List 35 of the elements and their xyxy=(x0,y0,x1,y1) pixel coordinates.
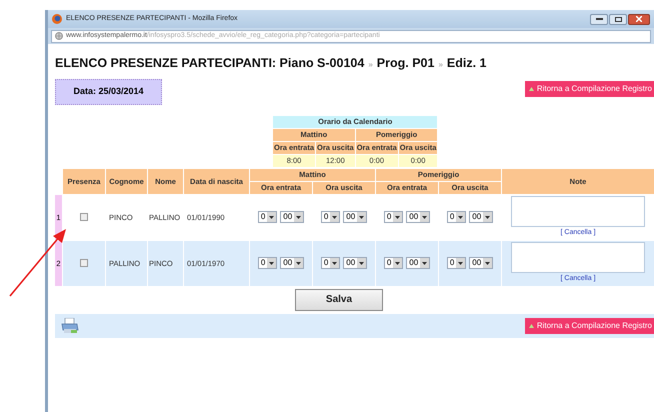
globe-icon xyxy=(55,32,63,40)
minimize-button[interactable] xyxy=(590,14,608,24)
up-arrow-icon xyxy=(528,324,534,328)
note-field[interactable] xyxy=(511,242,646,273)
up-arrow-icon xyxy=(528,86,534,91)
presence-checkbox[interactable] xyxy=(80,259,88,268)
close-icon xyxy=(636,16,642,22)
time-select[interactable]: 0 xyxy=(384,257,404,270)
time-select[interactable]: 00 xyxy=(343,211,368,224)
printer-icon[interactable] xyxy=(61,318,79,334)
time-select[interactable]: 0 xyxy=(446,257,466,270)
note-field[interactable] xyxy=(511,196,646,227)
save-button[interactable]: Salva xyxy=(295,288,383,311)
time-select[interactable]: 00 xyxy=(280,211,304,224)
date-box: Data: 25/03/2014 xyxy=(55,78,162,105)
time-select[interactable]: 00 xyxy=(343,257,368,270)
annotation-arrow xyxy=(8,226,68,298)
close-button[interactable] xyxy=(628,14,650,24)
time-select[interactable]: 0 xyxy=(384,211,404,224)
return-button[interactable]: Ritorna a Compilazione Registro xyxy=(524,318,654,334)
browser-logo-icon xyxy=(52,14,62,24)
time-select[interactable]: 0 xyxy=(446,211,466,224)
time-select[interactable]: 00 xyxy=(469,211,494,224)
time-select[interactable]: 0 xyxy=(320,257,340,270)
presence-checkbox[interactable] xyxy=(80,213,88,222)
time-select[interactable]: 00 xyxy=(406,257,430,270)
page-heading: ELENCO PRESENZE PARTECIPANTI: Piano S-00104 » Prog. P01 » Ediz. 1 xyxy=(55,55,488,72)
time-select[interactable]: 00 xyxy=(469,257,494,270)
time-select[interactable]: 00 xyxy=(280,257,304,270)
time-select[interactable]: 0 xyxy=(258,257,278,270)
time-select[interactable]: 0 xyxy=(258,211,278,224)
maximize-button[interactable] xyxy=(609,14,627,24)
time-select[interactable]: 00 xyxy=(406,211,430,224)
time-select[interactable]: 0 xyxy=(320,211,340,224)
return-button[interactable]: Ritorna a Compilazione Registro xyxy=(524,80,654,97)
